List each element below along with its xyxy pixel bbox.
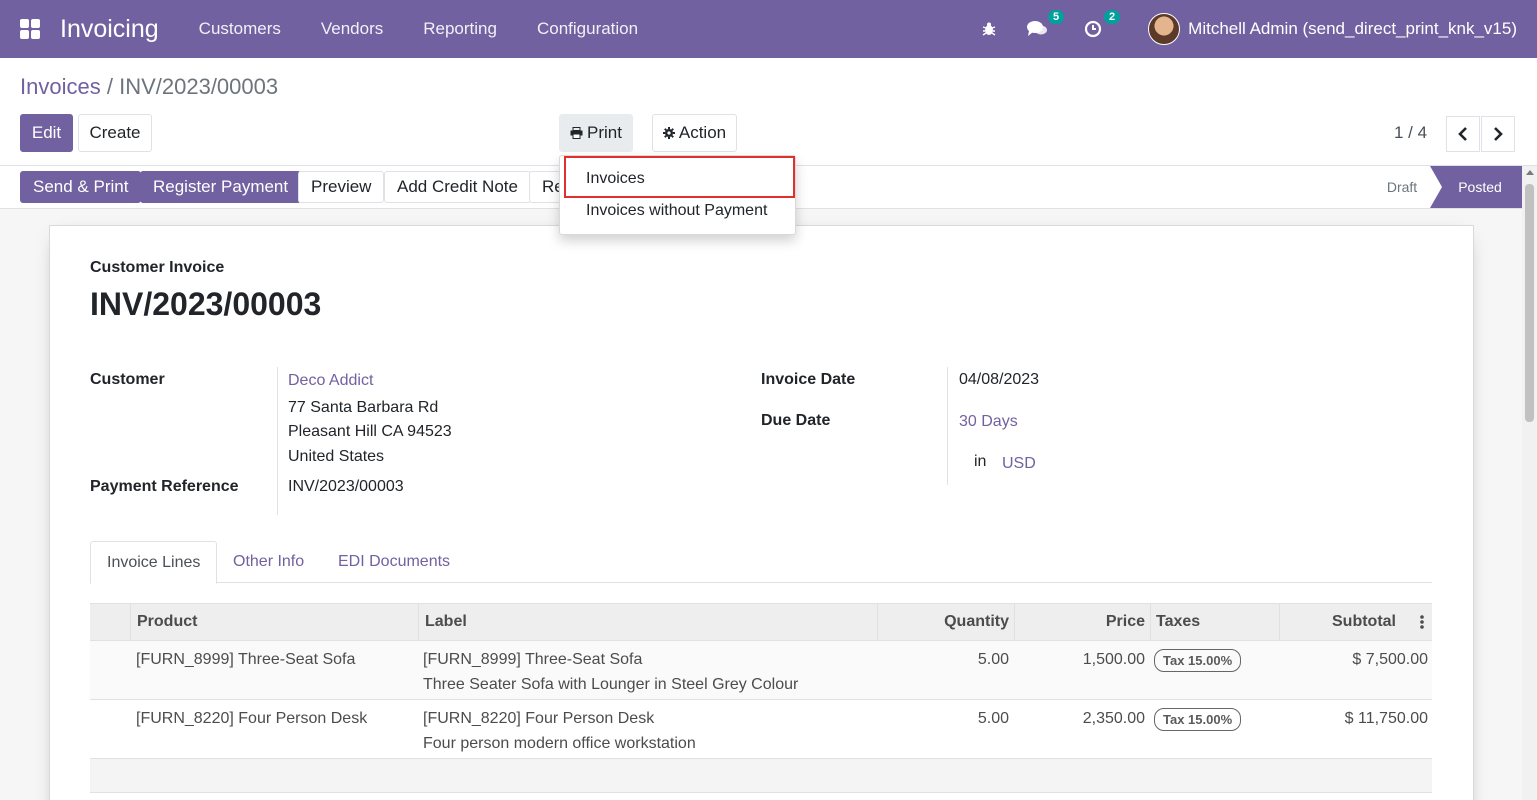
customer-label: Customer [90,371,165,388]
print-button-label: Print [587,123,622,142]
menu-configuration[interactable]: Configuration [517,19,658,39]
empty-table-row [90,759,1432,793]
optional-columns-icon[interactable] [1420,614,1424,630]
column-product[interactable]: Product [130,604,418,640]
chevron-right-icon [1494,127,1503,141]
print-menu-invoices-without-payment[interactable]: Invoices without Payment [586,202,767,220]
column-label[interactable]: Label [418,604,877,640]
row-quantity: 5.00 [977,651,1009,668]
register-payment-button[interactable]: Register Payment [140,171,302,203]
invoice-date-value: 04/08/2023 [959,371,1040,388]
due-date-label: Due Date [761,412,831,429]
column-taxes[interactable]: Taxes [1150,604,1279,640]
invoice-date-label: Invoice Date [761,371,856,388]
highlight-box [564,156,795,198]
action-button[interactable]: Action [652,114,737,152]
menu-reporting[interactable]: Reporting [403,19,517,39]
clock-icon[interactable]: 2 [1080,10,1121,42]
table-row[interactable]: [FURN_8999] Three-Seat Sofa [FURN_8999] … [90,641,1432,700]
activities-badge: 2 [1104,10,1121,24]
row-subtotal: $ 11,750.00 [1344,710,1428,727]
invoice-number: INV/2023/00003 [90,286,322,322]
user-avatar[interactable] [1148,13,1181,45]
table-row[interactable]: [FURN_8220] Four Person Desk [FURN_8220]… [90,700,1432,759]
breadcrumb: Invoices / INV/2023/00003 [20,74,278,100]
top-navbar: Invoicing Customers Vendors Reporting Co… [0,0,1537,58]
apps-menu-icon[interactable] [20,19,40,39]
page-scrollbar[interactable] [1522,166,1537,800]
gear-icon [662,127,675,139]
payment-reference-value: INV/2023/00003 [288,478,404,495]
breadcrumb-current: INV/2023/00003 [119,74,279,99]
row-price: 2,350.00 [1082,710,1145,727]
add-credit-note-button[interactable]: Add Credit Note [384,171,531,203]
breadcrumb-separator: / [106,74,113,99]
row-price: 1,500.00 [1082,651,1145,668]
scroll-up-icon[interactable] [1526,170,1534,175]
tab-invoice-lines[interactable]: Invoice Lines [90,541,218,584]
breadcrumb-invoices[interactable]: Invoices [20,74,101,99]
chevron-left-icon [1458,127,1467,141]
row-label-description: Four person modern office workstation [423,735,696,752]
invoice-type-label: Customer Invoice [90,259,225,276]
preview-button[interactable]: Preview [298,171,385,203]
action-button-label: Action [678,123,727,142]
row-label-description: Three Seater Sofa with Lounger in Steel … [423,676,799,693]
currency-prefix: in [974,453,987,470]
tab-other-info[interactable]: Other Info [217,541,320,583]
row-subtotal: $ 7,500.00 [1352,651,1428,668]
send-print-button[interactable]: Send & Print [20,171,142,203]
menu-customers[interactable]: Customers [179,19,301,39]
payment-terms-link[interactable]: 30 Days [959,413,1018,431]
print-icon [570,127,583,139]
notebook-tabs: Invoice Lines Other Info EDI Documents [90,541,1432,584]
user-menu[interactable]: Mitchell Admin (send_direct_print_knk_v1… [1188,19,1517,39]
tab-edi-documents[interactable]: EDI Documents [322,541,466,583]
row-label: [FURN_8220] Four Person Desk [423,710,655,727]
column-subtotal[interactable]: Subtotal [1279,604,1401,640]
row-product: [FURN_8999] Three-Seat Sofa [136,651,356,668]
field-divider [277,367,278,515]
currency-link[interactable]: USD [1002,455,1036,473]
customer-address-line2: Pleasant Hill CA 94523 [288,423,452,440]
scrollbar-thumb[interactable] [1525,184,1534,422]
menu-vendors[interactable]: Vendors [301,19,403,39]
create-button[interactable]: Create [78,114,152,152]
column-price[interactable]: Price [1014,604,1150,640]
table-header: Product Label Quantity Price Taxes Subto… [90,603,1432,641]
field-divider [947,367,948,485]
row-label: [FURN_8999] Three-Seat Sofa [423,651,643,668]
print-button[interactable]: Print [559,114,633,152]
stage-posted: Posted [1430,166,1522,208]
payment-reference-label: Payment Reference [90,478,239,495]
column-quantity[interactable]: Quantity [877,604,1014,640]
customer-address-line1: 77 Santa Barbara Rd [288,399,439,416]
chat-icon[interactable]: 5 [1024,10,1065,42]
stage-draft[interactable]: Draft [1372,166,1432,208]
systray: 5 2 Mitchell Admin (send_direct_print_kn… [976,0,1537,58]
main-menu: Customers Vendors Reporting Configuratio… [179,19,658,39]
bug-icon[interactable] [976,16,1002,42]
pager-next-button[interactable] [1481,116,1515,152]
tax-badge: Tax 15.00% [1154,708,1242,731]
pager-value[interactable]: 1 / 4 [1394,123,1427,143]
app-name[interactable]: Invoicing [60,15,159,44]
customer-address-line3: United States [288,448,385,465]
row-product: [FURN_8220] Four Person Desk [136,710,368,727]
tax-badge: Tax 15.00% [1154,649,1242,672]
messages-badge: 5 [1048,10,1065,24]
row-quantity: 5.00 [977,710,1009,727]
edit-button[interactable]: Edit [20,114,73,152]
control-panel: Invoices / INV/2023/00003 Edit Create Pr… [0,58,1537,166]
customer-link[interactable]: Deco Addict [288,372,373,390]
pager-previous-button[interactable] [1446,116,1480,152]
